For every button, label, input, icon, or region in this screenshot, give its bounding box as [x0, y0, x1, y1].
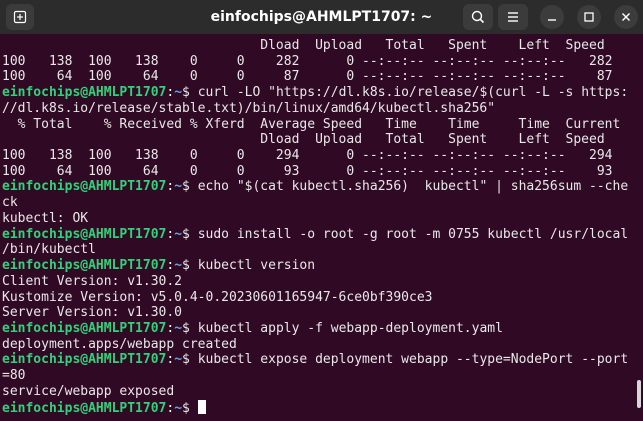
minimize-button[interactable] [540, 5, 564, 29]
prompt-symbol: $ [182, 320, 198, 336]
prompt-user-host: einfochips@AHMLPT1707 [2, 352, 167, 368]
prompt-path: ~ [174, 179, 183, 195]
output-line: 100 138 100 138 0 0 294 0 --:--:-- --:--… [2, 148, 613, 164]
prompt-line: einfochips@AHMLPT1707:~$ kubectl expose … [0, 352, 643, 368]
output-line: =80 [2, 368, 26, 384]
output-line: service/webapp exposed [2, 383, 175, 399]
output-line: 100 138 100 138 0 0 282 0 --:--:-- --:--… [2, 53, 613, 69]
scrollbar[interactable] [637, 380, 641, 408]
prompt-user-host: einfochips@AHMLPT1707 [2, 226, 167, 242]
terminal-window: einfochips@AHMLPT1707: ~ Dload Upload To… [0, 0, 643, 421]
prompt-line: einfochips@AHMLPT1707:~$ echo "$(cat kub… [0, 179, 643, 195]
menu-button[interactable] [498, 4, 528, 30]
output-line: Dload Upload Total Spent Left Speed [2, 38, 605, 53]
command-text: curl -LO "https://dl.k8s.io/release/$(cu… [197, 85, 629, 101]
search-button[interactable] [463, 4, 493, 30]
output-line: //dl.k8s.io/release/stable.txt)/bin/linu… [2, 100, 496, 116]
prompt-user-host: einfochips@AHMLPT1707 [2, 85, 167, 101]
prompt-symbol: $ [182, 226, 198, 242]
prompt-user-host: einfochips@AHMLPT1707 [2, 179, 167, 195]
search-icon [471, 10, 485, 24]
prompt-line: einfochips@AHMLPT1707:~$ kubectl version [0, 258, 643, 274]
text-cursor [197, 399, 206, 414]
output-line: kubectl: OK [2, 210, 89, 226]
prompt-user-host: einfochips@AHMLPT1707 [2, 258, 167, 274]
maximize-icon [584, 12, 594, 22]
prompt-symbol: $ [182, 352, 198, 368]
prompt-symbol: $ [182, 400, 198, 416]
prompt-user-host: einfochips@AHMLPT1707 [2, 320, 167, 336]
prompt-line: einfochips@AHMLPT1707:~$ kubectl apply -… [0, 321, 643, 337]
prompt-path: ~ [174, 226, 183, 242]
output-line: 100 64 100 64 0 0 93 0 --:--:-- --:--:--… [2, 163, 613, 179]
prompt-symbol: $ [182, 258, 198, 274]
prompt-path: ~ [174, 85, 183, 101]
prompt-path: ~ [174, 352, 183, 368]
output-line: Kustomize Version: v5.0.4-0.202306011659… [2, 289, 433, 305]
output-line: Client Version: v1.30.2 [2, 273, 183, 289]
command-text: kubectl version [197, 258, 316, 274]
command-text: kubectl apply -f webapp-deployment.yaml [197, 320, 503, 336]
terminal-output[interactable]: Dload Upload Total Spent Left Speed 100 1… [0, 34, 643, 421]
prompt-line: einfochips@AHMLPT1707:~$ curl -LO "https… [0, 85, 643, 101]
output-line: deployment.apps/webapp created [2, 336, 237, 352]
command-text: kubectl expose deployment webapp --type=… [197, 352, 629, 368]
prompt-symbol: $ [182, 85, 198, 101]
maximize-button[interactable] [577, 5, 601, 29]
output-line: /bin/kubectl [2, 242, 96, 258]
command-text: sudo install -o root -g root -m 0755 kub… [197, 226, 629, 242]
output-line: 100 64 100 64 0 0 87 0 --:--:-- --:--:--… [2, 69, 613, 85]
prompt-user-host: einfochips@AHMLPT1707 [2, 400, 167, 416]
output-line: % Total % Received % Xferd Average Speed… [2, 116, 621, 132]
prompt-line: einfochips@AHMLPT1707:~$ [0, 399, 643, 416]
close-button[interactable] [614, 5, 638, 29]
hamburger-menu-icon [508, 12, 518, 22]
title-bar[interactable]: einfochips@AHMLPT1707: ~ [0, 0, 643, 34]
output-line: Server Version: v1.30.0 [2, 305, 183, 321]
prompt-line: einfochips@AHMLPT1707:~$ sudo install -o… [0, 227, 643, 243]
new-tab-button[interactable] [6, 4, 34, 30]
minimize-icon [548, 19, 556, 21]
command-text: echo "$(cat kubectl.sha256) kubectl" | s… [197, 179, 629, 195]
prompt-path: ~ [174, 400, 183, 416]
prompt-path: ~ [174, 320, 183, 336]
close-icon [622, 13, 630, 21]
output-line: Dload Upload Total Spent Left Speed [2, 132, 605, 148]
prompt-path: ~ [174, 258, 183, 274]
new-tab-icon [13, 10, 27, 24]
output-line: ck [2, 195, 18, 211]
prompt-symbol: $ [182, 179, 198, 195]
